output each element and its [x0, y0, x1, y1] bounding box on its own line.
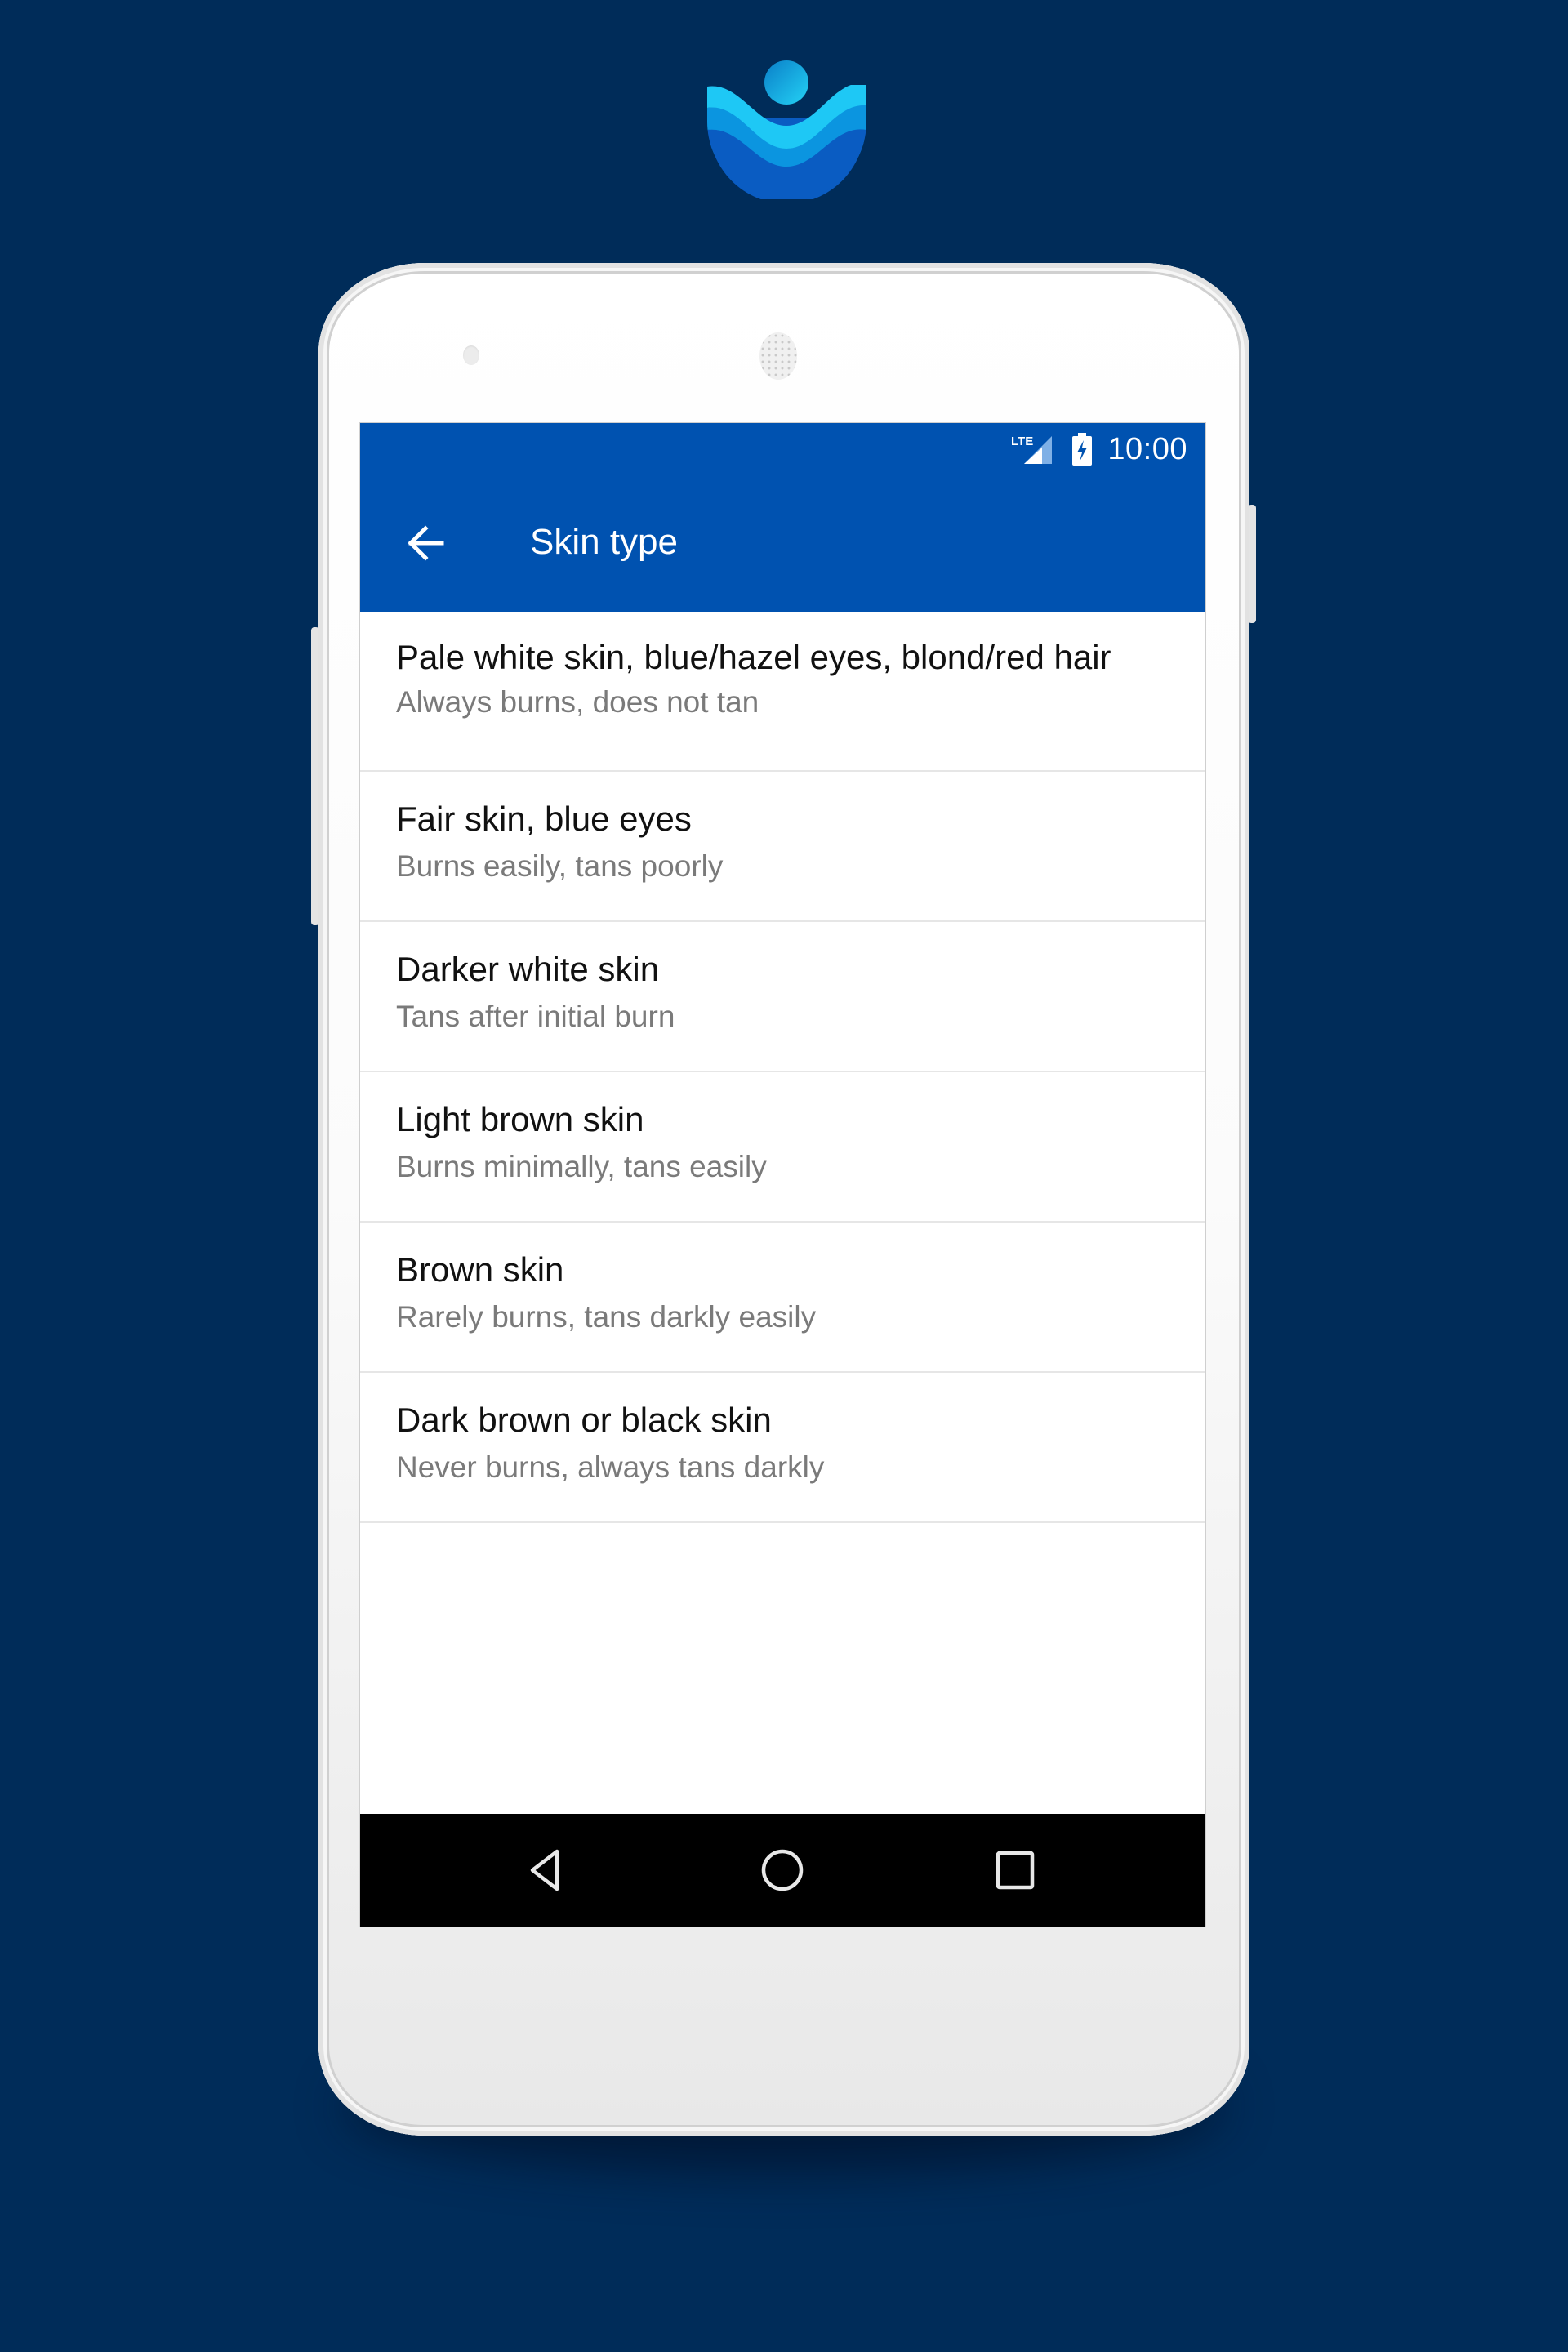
earpiece-speaker: [760, 332, 797, 380]
list-item-subtitle: Rarely burns, tans darkly easily: [396, 1300, 817, 1334]
status-clock: 10:00: [1107, 431, 1187, 466]
list-item-title: Light brown skin: [396, 1100, 644, 1138]
status-bar: LTE 10:00: [360, 423, 1205, 474]
svg-text:LTE: LTE: [1011, 434, 1033, 448]
list-item-title: Fair skin, blue eyes: [396, 800, 692, 838]
nav-recents-square-icon[interactable]: [991, 1846, 1040, 1895]
list-item-title: Brown skin: [396, 1250, 564, 1289]
arrow-back-icon[interactable]: [403, 520, 448, 566]
list-item-title: Dark brown or black skin: [396, 1401, 772, 1439]
list-item-skin-type-4[interactable]: Light brown skin Burns minimally, tans e…: [360, 1072, 1205, 1223]
skin-type-list: Pale white skin, blue/hazel eyes, blond/…: [360, 612, 1205, 1523]
list-item-subtitle: Burns easily, tans poorly: [396, 849, 724, 883]
list-item-title: Pale white skin, blue/hazel eyes, blond/…: [396, 638, 1111, 676]
list-item-skin-type-3[interactable]: Darker white skin Tans after initial bur…: [360, 922, 1205, 1072]
app-bar: Skin type: [360, 474, 1205, 612]
app-logo-icon: [707, 60, 866, 199]
page-title: Skin type: [530, 522, 678, 562]
signal-strength-icon: LTE: [1011, 434, 1053, 464]
list-item-skin-type-6[interactable]: Dark brown or black skin Never burns, al…: [360, 1373, 1205, 1523]
list-item-subtitle: Never burns, always tans darkly: [396, 1450, 825, 1484]
battery-charging-icon: [1072, 433, 1093, 466]
nav-home-circle-icon[interactable]: [758, 1846, 807, 1895]
list-item-title: Darker white skin: [396, 950, 660, 988]
nav-back-triangle-icon[interactable]: [522, 1846, 571, 1895]
list-item-skin-type-5[interactable]: Brown skin Rarely burns, tans darkly eas…: [360, 1223, 1205, 1373]
phone-screen: LTE 10:00 Skin type Pale white skin, blu…: [359, 422, 1206, 1927]
front-camera: [463, 345, 479, 365]
list-item-skin-type-1[interactable]: Pale white skin, blue/hazel eyes, blond/…: [360, 612, 1205, 772]
list-item-subtitle: Always burns, does not tan: [396, 685, 760, 719]
list-item-subtitle: Burns minimally, tans easily: [396, 1150, 767, 1183]
system-navigation-bar: [360, 1814, 1205, 1927]
list-item-skin-type-2[interactable]: Fair skin, blue eyes Burns easily, tans …: [360, 772, 1205, 922]
list-item-subtitle: Tans after initial burn: [396, 1000, 675, 1033]
